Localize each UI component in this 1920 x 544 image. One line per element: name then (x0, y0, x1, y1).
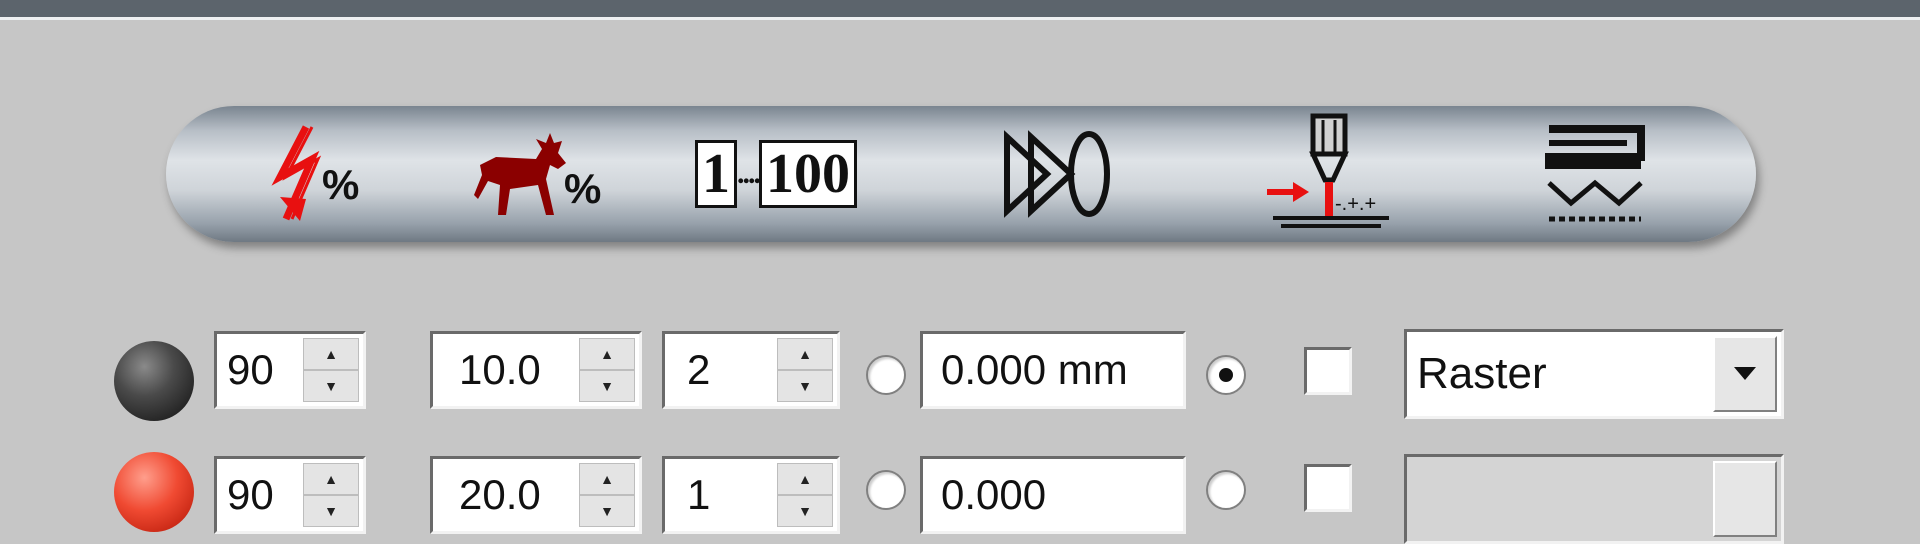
deer-percent-icon: % (474, 133, 601, 215)
spin-down-icon[interactable]: ▼ (303, 495, 359, 527)
spinner-arrows[interactable]: ▲ ▼ (777, 463, 833, 527)
percent-label: % (564, 165, 601, 212)
speed-percent-header[interactable]: % (456, 106, 616, 242)
z-offset-field[interactable]: 0.000 mm (920, 331, 1186, 409)
spin-down-icon[interactable]: ▼ (579, 495, 635, 527)
mode-dropdown[interactable] (1404, 454, 1784, 544)
spin-up-icon[interactable]: ▲ (777, 338, 833, 370)
range-min-label: 1 (695, 140, 737, 208)
spin-down-icon[interactable]: ▼ (777, 370, 833, 402)
spin-up-icon[interactable]: ▲ (579, 463, 635, 495)
spin-down-icon[interactable]: ▼ (303, 370, 359, 402)
dropdown-button[interactable] (1713, 336, 1777, 412)
percent-label: % (322, 161, 359, 208)
raster-mode-header[interactable] (1526, 106, 1666, 242)
svg-text:-.+.+: -.+.+ (1335, 193, 1376, 215)
offset-radio[interactable] (866, 355, 906, 395)
z-offset-radio[interactable] (1206, 470, 1246, 510)
column-header-toolbar: % % 1 .... 100 -.+.+ (166, 106, 1756, 242)
speed-spinner[interactable]: 10.0 ▲ ▼ (430, 331, 642, 409)
z-offset-field[interactable]: 0.000 (920, 456, 1186, 534)
focus-header[interactable] (986, 106, 1136, 242)
spinner-arrows[interactable]: ▲ ▼ (579, 338, 635, 402)
laser-head-icon: -.+.+ (1267, 113, 1389, 228)
row-checkbox[interactable] (1304, 347, 1352, 395)
dropdown-button[interactable] (1713, 461, 1777, 537)
raster-lines-icon (1545, 125, 1645, 222)
power-percent-header[interactable]: % (246, 106, 396, 242)
mode-value: Raster (1417, 349, 1547, 398)
chevron-down-icon (1734, 367, 1756, 380)
speed-value[interactable]: 20.0 (459, 459, 541, 531)
frequency-range-header[interactable]: 1 .... 100 (666, 106, 886, 242)
window-top-bar (0, 0, 1920, 20)
row-checkbox[interactable] (1304, 464, 1352, 512)
layer-row: 90 ▲ ▼ 20.0 ▲ ▼ 1 ▲ ▼ 0.000 (0, 450, 1920, 544)
spin-up-icon[interactable]: ▲ (303, 338, 359, 370)
spin-down-icon[interactable]: ▼ (777, 495, 833, 527)
passes-value[interactable]: 2 (687, 334, 710, 406)
spinner-arrows[interactable]: ▲ ▼ (579, 463, 635, 527)
power-spinner[interactable]: 90 ▲ ▼ (214, 331, 366, 409)
layer-color-indicator[interactable] (114, 341, 194, 421)
spin-up-icon[interactable]: ▲ (777, 463, 833, 495)
mode-dropdown[interactable]: Raster (1404, 329, 1784, 419)
air-assist-header[interactable]: -.+.+ (1256, 106, 1406, 242)
lens-icon (1004, 130, 1110, 218)
spin-down-icon[interactable]: ▼ (579, 370, 635, 402)
layer-row: 90 ▲ ▼ 10.0 ▲ ▼ 2 ▲ ▼ 0.000 mm Raster (0, 325, 1920, 421)
radio-selected-dot (1219, 368, 1233, 382)
passes-spinner[interactable]: 2 ▲ ▼ (662, 331, 840, 409)
offset-radio[interactable] (866, 470, 906, 510)
spin-up-icon[interactable]: ▲ (579, 338, 635, 370)
speed-value[interactable]: 10.0 (459, 334, 541, 406)
passes-value[interactable]: 1 (687, 459, 710, 531)
range-max-label: 100 (759, 140, 857, 208)
power-value[interactable]: 90 (227, 334, 274, 406)
lightning-percent-icon: % (271, 125, 359, 221)
z-offset-radio[interactable] (1206, 355, 1246, 395)
spin-up-icon[interactable]: ▲ (303, 463, 359, 495)
spinner-arrows[interactable]: ▲ ▼ (303, 338, 359, 402)
spinner-arrows[interactable]: ▲ ▼ (303, 463, 359, 527)
power-spinner[interactable]: 90 ▲ ▼ (214, 456, 366, 534)
speed-spinner[interactable]: 20.0 ▲ ▼ (430, 456, 642, 534)
range-1-100-icon: 1 .... 100 (695, 140, 857, 208)
range-dots: .... (737, 157, 761, 190)
power-value[interactable]: 90 (227, 459, 274, 531)
spinner-arrows[interactable]: ▲ ▼ (777, 338, 833, 402)
layer-color-indicator[interactable] (114, 452, 194, 532)
passes-spinner[interactable]: 1 ▲ ▼ (662, 456, 840, 534)
